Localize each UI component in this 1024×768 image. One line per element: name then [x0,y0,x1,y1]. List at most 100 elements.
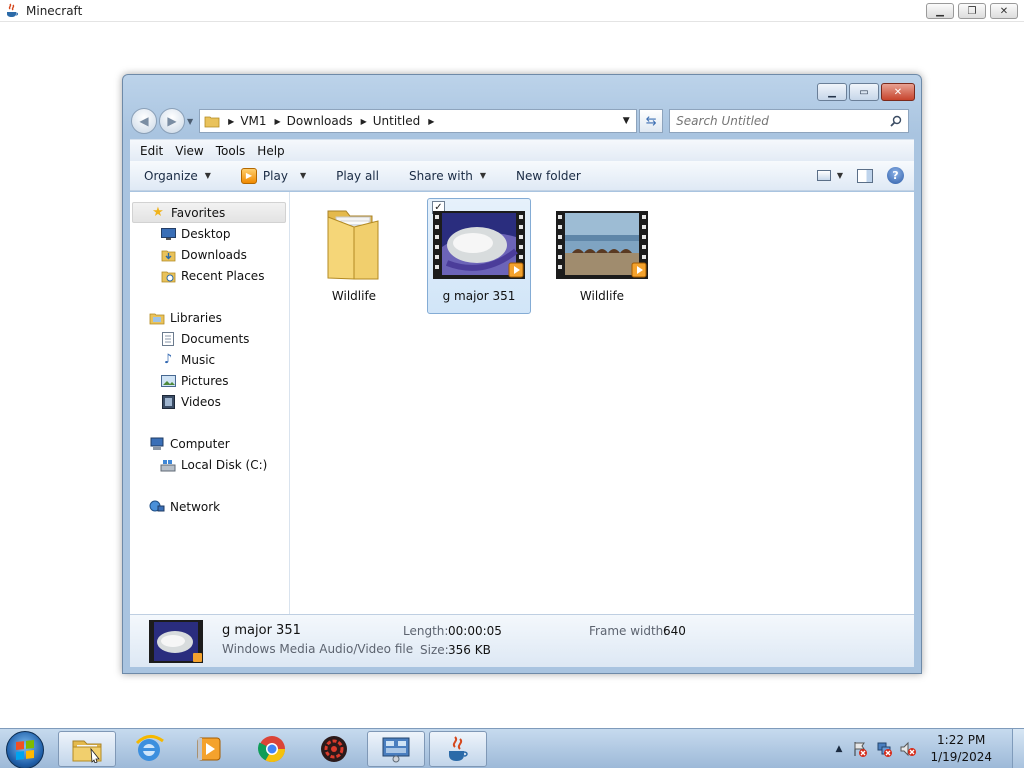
forward-button[interactable]: ▶ [159,108,185,134]
action-center-icon[interactable] [852,741,868,757]
search-box[interactable] [669,109,910,133]
show-hidden-icons-button[interactable]: ▲ [836,744,843,754]
network-icon [149,499,165,515]
clock[interactable]: 1:22 PM 1/19/2024 [930,732,992,766]
volume-muted-icon[interactable] [900,741,917,757]
breadcrumb-vm1[interactable]: VM1 [240,114,266,128]
new-folder-button[interactable]: New folder [496,161,591,190]
play-icon: ▶ [240,167,257,184]
file-item-label: Wildlife [579,289,625,303]
search-icon[interactable] [890,115,902,127]
back-arrow-icon: ◀ [139,114,149,128]
taskbar-chrome-button[interactable] [243,731,301,767]
change-view-button[interactable]: ▼ [816,170,843,181]
details-size-label: Size: [420,643,449,657]
nav-documents[interactable]: Documents [160,328,249,349]
menu-view[interactable]: View [169,144,209,158]
address-dropdown-icon[interactable]: ▼ [616,116,636,126]
taskbar-control-panel-button[interactable] [367,731,425,767]
nav-documents-label: Documents [181,331,250,346]
app-minimize-button[interactable]: ▁ [926,3,954,19]
video-thumbnail-icon [433,211,525,279]
recent-pages-dropdown[interactable]: ▼ [187,117,193,126]
clock-date: 1/19/2024 [930,750,992,764]
local-disk-icon [160,457,176,473]
file-item-wildlife-video[interactable]: Wildlife [550,198,654,314]
details-frame-width-value: 640 [663,624,686,638]
taskbar-explorer-button[interactable] [58,731,116,767]
preview-pane-icon[interactable] [857,168,873,183]
menu-edit[interactable]: Edit [134,144,169,158]
music-icon: ♪ [163,352,173,367]
menu-help[interactable]: Help [251,144,290,158]
view-icon [816,170,831,181]
desktop-icon [160,226,176,242]
organize-button[interactable]: Organize ▼ [130,161,221,190]
nav-desktop[interactable]: Desktop [160,223,231,244]
chevron-down-icon: ▼ [204,171,211,180]
share-with-button[interactable]: Share with ▼ [389,161,496,190]
file-list: Wildlife ✓ g major 351 Wildlife [290,192,914,614]
taskbar-media-player-button[interactable] [180,731,238,767]
nav-favorites-label: Favorites [171,205,226,220]
play-button[interactable]: ▶ Play ▼ [221,161,316,190]
refresh-icon: ⇆ [645,113,657,129]
nav-downloads[interactable]: Downloads [160,244,247,265]
nav-libraries[interactable]: Libraries [149,307,222,328]
nav-computer-label: Computer [170,436,230,451]
nav-local-disk[interactable]: Local Disk (C:) [160,454,267,475]
nav-pictures[interactable]: Pictures [160,370,229,391]
video-thumbnail-icon [149,620,203,663]
app-close-button[interactable]: ✕ [990,3,1018,19]
minimize-button[interactable]: ▁ [817,83,847,101]
nav-favorites[interactable]: ★ Favorites [132,202,286,223]
menu-tools[interactable]: Tools [210,144,252,158]
pictures-icon [160,373,176,389]
show-desktop-button[interactable] [1012,729,1024,768]
file-item-g-major-351[interactable]: ✓ g major 351 [427,198,531,314]
clock-time: 1:22 PM [937,733,986,747]
nav-computer[interactable]: Computer [149,433,230,454]
chevron-right-icon[interactable]: ▶ [275,117,281,126]
internet-explorer-icon [135,735,164,761]
explorer-window: ▁ ▭ ✕ ◀ ▶ ▼ ▶ VM1 ▶ Downloads ▶ Untitled… [122,74,922,674]
start-button[interactable] [6,731,44,768]
share-with-label: Share with [408,168,473,183]
java-icon [4,3,20,19]
taskbar-app-button[interactable] [305,731,363,767]
system-tray: ▲ 1:22 PM 1/19/2024 [836,729,1024,768]
app-restore-button[interactable]: ❐ [958,3,986,19]
menu-bar: Edit View Tools Help [130,139,914,161]
nav-network[interactable]: Network [149,496,220,517]
back-button[interactable]: ◀ [131,108,157,134]
nav-music[interactable]: ♪ Music [160,349,215,370]
play-all-button[interactable]: Play all [316,161,389,190]
details-file-name: g major 351 [222,623,301,638]
chevron-right-icon[interactable]: ▶ [228,117,234,126]
close-button[interactable]: ✕ [881,83,915,101]
navigation-bar: ◀ ▶ ▼ ▶ VM1 ▶ Downloads ▶ Untitled ▶ ▼ ⇆ [131,107,915,135]
taskbar-java-button[interactable] [429,731,487,767]
breadcrumb-untitled[interactable]: Untitled [373,114,420,128]
breadcrumb-downloads[interactable]: Downloads [287,114,353,128]
nav-recent-places[interactable]: Recent Places [160,265,264,286]
explorer-folder-icon [72,740,102,763]
network-status-icon[interactable] [876,741,893,757]
nav-pictures-label: Pictures [181,373,229,388]
file-item-label: Wildlife [331,289,377,303]
chrome-icon [258,736,286,763]
search-input[interactable] [676,114,877,128]
nav-videos[interactable]: Videos [160,391,221,412]
nav-music-label: Music [181,352,216,367]
refresh-button[interactable]: ⇆ [639,109,664,133]
maximize-button[interactable]: ▭ [849,83,879,101]
chevron-right-icon[interactable]: ▶ [361,117,367,126]
help-icon[interactable]: ? [887,167,904,184]
libraries-icon [149,310,165,326]
chevron-right-icon[interactable]: ▶ [428,117,434,126]
file-item-wildlife-folder[interactable]: Wildlife [302,198,406,314]
taskbar-ie-button[interactable] [120,731,178,767]
downloads-folder-icon [160,247,176,263]
address-bar[interactable]: ▶ VM1 ▶ Downloads ▶ Untitled ▶ ▼ [199,109,638,133]
videos-icon [160,394,176,410]
